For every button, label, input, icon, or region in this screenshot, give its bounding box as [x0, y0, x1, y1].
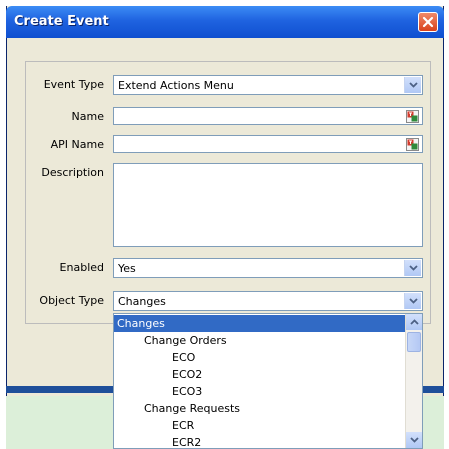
event-type-label: Event Type	[43, 78, 104, 91]
list-item-changes[interactable]: Changes	[114, 315, 407, 332]
title-bar[interactable]: Create Event	[6, 6, 444, 38]
description-label: Description	[41, 166, 104, 179]
list-item-change-requests[interactable]: Change Requests	[114, 400, 422, 417]
event-type-dropdown-button[interactable]	[404, 77, 421, 93]
chevron-down-icon	[408, 298, 418, 304]
scroll-down-button[interactable]	[406, 432, 422, 448]
list-item-change-orders[interactable]: Change Orders	[114, 332, 422, 349]
chevron-down-icon	[408, 82, 418, 88]
object-type-dropdown-button[interactable]	[404, 293, 421, 309]
translate-icon[interactable]	[406, 110, 419, 123]
list-item-ecr2[interactable]: ECR2	[114, 434, 422, 448]
enabled-select[interactable]: Yes	[113, 258, 423, 278]
object-type-dropdown-list: Changes Change Orders ECO ECO2 ECO3 Chan…	[113, 313, 423, 449]
chevron-down-icon	[409, 437, 419, 443]
screen: Create Event Event Type Extend Actions M…	[0, 0, 449, 449]
enabled-value: Yes	[118, 262, 136, 275]
list-item-eco2[interactable]: ECO2	[114, 366, 422, 383]
object-type-label: Object Type	[39, 294, 104, 307]
chevron-up-icon	[409, 319, 419, 325]
close-icon	[422, 16, 434, 28]
name-label: Name	[71, 110, 104, 123]
object-type-value: Changes	[118, 295, 166, 308]
object-type-select[interactable]: Changes	[113, 291, 423, 311]
window-title: Create Event	[14, 14, 109, 29]
list-item-eco[interactable]: ECO	[114, 349, 422, 366]
translate-icon[interactable]	[406, 138, 419, 151]
description-textarea[interactable]	[113, 163, 423, 247]
enabled-dropdown-button[interactable]	[404, 260, 421, 276]
event-type-select[interactable]: Extend Actions Menu	[113, 75, 423, 95]
dropdown-scrollbar[interactable]	[405, 314, 422, 448]
scroll-thumb[interactable]	[407, 332, 421, 352]
enabled-label: Enabled	[59, 261, 104, 274]
api-name-field[interactable]	[113, 135, 423, 153]
list-item-eco3[interactable]: ECO3	[114, 383, 422, 400]
api-name-label: API Name	[50, 138, 104, 151]
name-field[interactable]	[113, 107, 423, 125]
scroll-up-button[interactable]	[406, 314, 422, 330]
chevron-down-icon	[408, 265, 418, 271]
close-button[interactable]	[418, 12, 438, 32]
event-type-value: Extend Actions Menu	[118, 79, 234, 92]
list-item-ecr[interactable]: ECR	[114, 417, 422, 434]
